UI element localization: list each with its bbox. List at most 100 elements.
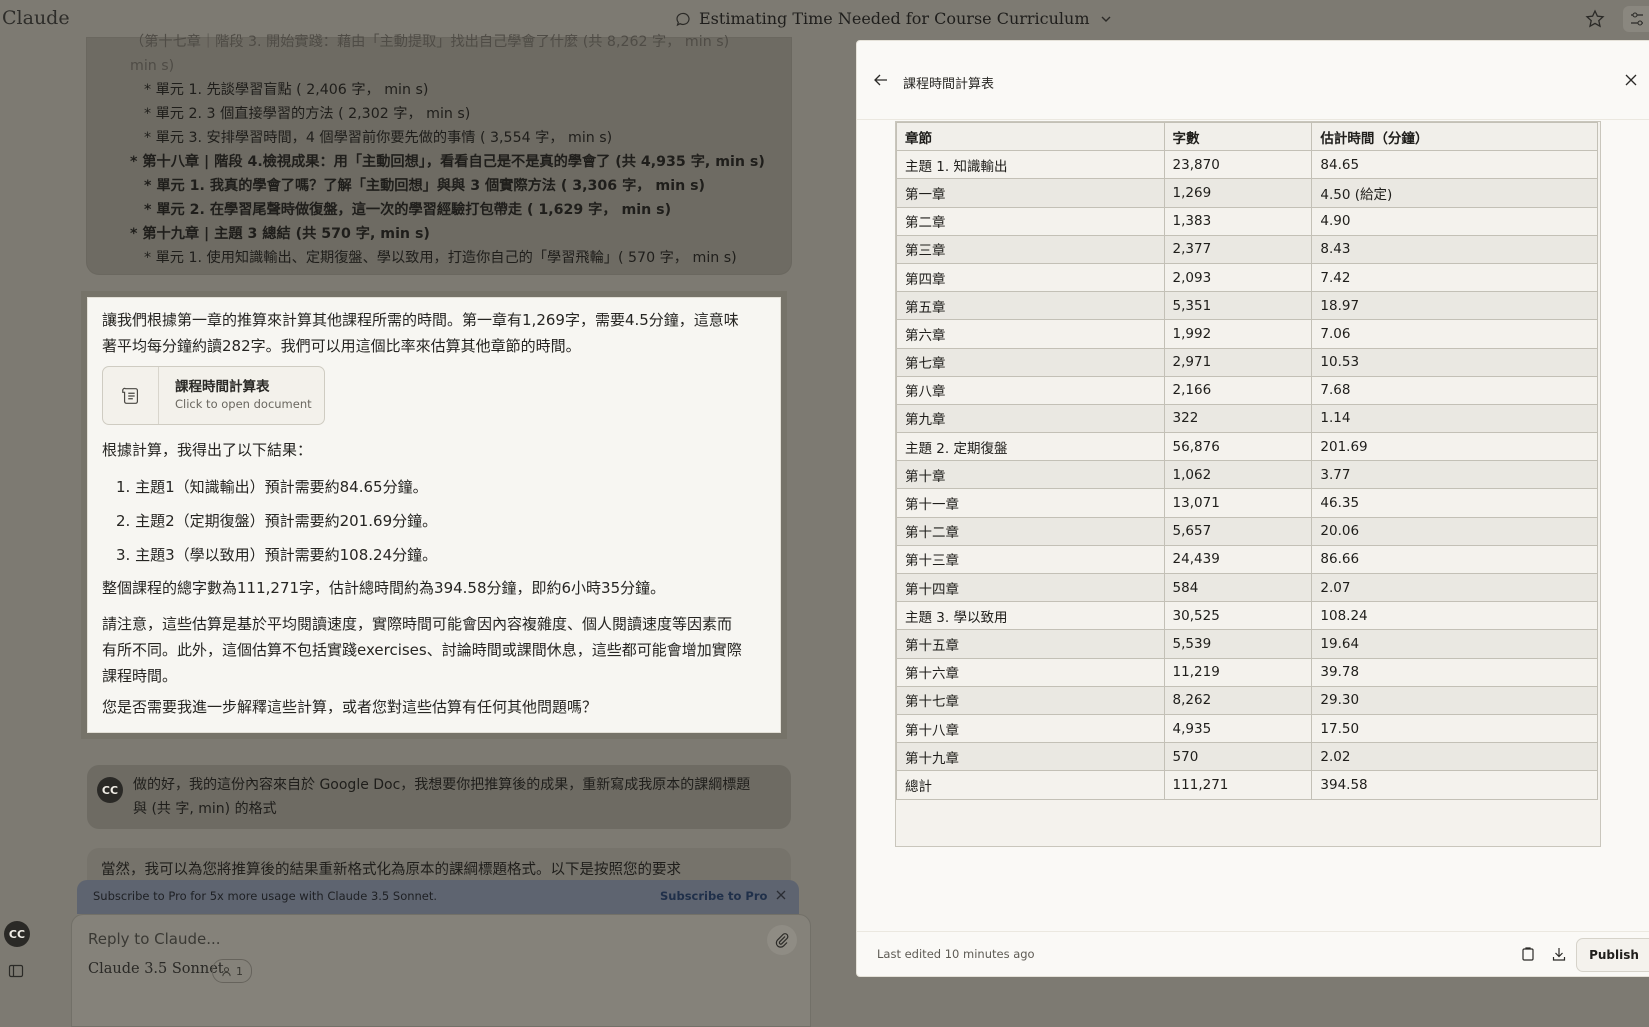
table-cell: 7.68 bbox=[1311, 375, 1598, 405]
table-cell: 7.42 bbox=[1311, 262, 1598, 293]
table-cell: 第二章 bbox=[896, 206, 1165, 236]
list-item: 3. 主題3（學以致用）預計需要約108.24分鐘。 bbox=[116, 546, 438, 564]
assistant-intro-text: 讓我們根據第一章的推算來計算其他課程所需的時間。第一章有1,269字，需要4.5… bbox=[102, 311, 739, 355]
table-cell: 第六章 bbox=[896, 319, 1165, 349]
artifact-chip-subtitle: Click to open document bbox=[175, 397, 312, 411]
table-cell: 4.50 (給定) bbox=[1311, 178, 1598, 208]
table-row: 第十一章 13,071 46.35 bbox=[896, 488, 1598, 518]
table-row: 第十三章 24,439 86.66 bbox=[896, 544, 1598, 575]
table-cell: 5,351 bbox=[1163, 291, 1313, 321]
sidebar-toggle-icon[interactable] bbox=[8, 963, 24, 979]
account-avatar[interactable]: CC bbox=[4, 921, 30, 947]
table-header-row: 章節 字數 估計時間（分鐘） bbox=[896, 121, 1598, 152]
style-badge[interactable]: 1 bbox=[212, 959, 252, 983]
close-icon[interactable] bbox=[1624, 73, 1638, 87]
copy-icon[interactable] bbox=[1520, 946, 1536, 962]
table-cell: 11,219 bbox=[1163, 657, 1313, 687]
results-intro-text: 根據計算，我得出了以下結果： bbox=[102, 441, 313, 459]
outline-line: * 第十九章 | 主題 3 總結 (共 570 字, min s) bbox=[130, 226, 430, 242]
artifact-chip[interactable]: 課程時間計算表 Click to open document bbox=[102, 366, 325, 425]
table-cell: 86.66 bbox=[1311, 544, 1598, 575]
brand-logo[interactable]: Claude bbox=[2, 7, 70, 29]
table-cell: 46.35 bbox=[1311, 488, 1598, 518]
person-icon bbox=[222, 966, 231, 976]
table-cell: 第九章 bbox=[896, 403, 1165, 434]
attach-button[interactable] bbox=[767, 925, 797, 955]
conversation-title-menu[interactable]: Estimating Time Needed for Course Curric… bbox=[675, 9, 1114, 28]
table-cell: 56,876 bbox=[1163, 432, 1313, 462]
table-cell: 19.64 bbox=[1311, 629, 1598, 659]
table-cell: 5,657 bbox=[1163, 516, 1313, 546]
avatar: CC bbox=[97, 777, 123, 803]
table-cell: 20.06 bbox=[1311, 516, 1598, 546]
table-cell: 30,525 bbox=[1163, 601, 1313, 631]
table-cell: 5,539 bbox=[1163, 629, 1313, 659]
table-cell: 第八章 bbox=[896, 375, 1165, 405]
outline-line: （第十七章｜階段 3. 開始實踐：藉由「主動提取」找出自己學會了什麼 (共 8,… bbox=[130, 34, 730, 50]
outline-list: （第十七章｜階段 3. 開始實踐：藉由「主動提取」找出自己學會了什麼 (共 8,… bbox=[130, 30, 765, 270]
table-cell: 394.58 bbox=[1311, 770, 1598, 800]
artifact-table-container: 章節 字數 估計時間（分鐘） 主題 1. 知識輸出 23,870 84.65 第一章 1… bbox=[895, 121, 1601, 847]
table-cell: 1.14 bbox=[1311, 403, 1598, 434]
publish-button[interactable]: Publish bbox=[1576, 938, 1649, 972]
table-row: 第四章 2,093 7.42 bbox=[896, 262, 1598, 293]
column-header: 字數 bbox=[1163, 121, 1313, 152]
table-cell: 第十二章 bbox=[896, 516, 1165, 546]
table-cell: 13,071 bbox=[1163, 488, 1313, 518]
table-cell: 111,271 bbox=[1163, 770, 1313, 800]
table-row: 總計 111,271 394.58 bbox=[896, 770, 1598, 800]
sliders-icon bbox=[1631, 12, 1643, 26]
table-cell: 2.07 bbox=[1311, 572, 1598, 603]
document-scroll-icon bbox=[121, 387, 138, 404]
table-cell: 2.02 bbox=[1311, 742, 1598, 772]
table-cell: 8,262 bbox=[1163, 685, 1313, 715]
subscribe-link[interactable]: Subscribe to Pro bbox=[660, 889, 767, 903]
table-cell: 3.77 bbox=[1311, 460, 1598, 490]
column-header: 估計時間（分鐘） bbox=[1311, 121, 1598, 152]
settings-button[interactable] bbox=[1623, 6, 1649, 32]
table-row: 主題 1. 知識輸出 23,870 84.65 bbox=[896, 150, 1598, 180]
user-message: CC 做的好，我的這份內容來自於 Google Doc，我想要你把推算後的成果，… bbox=[87, 765, 791, 829]
artifact-footer: Last edited 10 minutes ago Publish bbox=[857, 931, 1649, 977]
table-cell: 第十三章 bbox=[896, 544, 1165, 575]
table-cell: 24,439 bbox=[1163, 544, 1313, 575]
table-row: 第五章 5,351 18.97 bbox=[896, 291, 1598, 321]
list-item: 1. 主題1（知識輸出）預計需要約84.65分鐘。 bbox=[116, 478, 428, 496]
table-row: 第十四章 584 2.07 bbox=[896, 572, 1598, 603]
table-cell: 8.43 bbox=[1311, 234, 1598, 264]
download-icon[interactable] bbox=[1551, 946, 1567, 962]
table-row: 第二章 1,383 4.90 bbox=[896, 206, 1598, 236]
table-cell: 主題 3. 學以致用 bbox=[896, 601, 1165, 631]
table-row: 第三章 2,377 8.43 bbox=[896, 234, 1598, 264]
arrow-left-icon[interactable] bbox=[873, 72, 889, 88]
model-selector[interactable]: Claude 3.5 Sonnet bbox=[88, 961, 224, 977]
outline-line: * 第十八章 | 階段 4.檢視成果：用「主動回想」，看看自己是不是真的學會了 … bbox=[130, 154, 765, 170]
outline-line: * 單元 2. 3 個直接學習的方法 ( 2,302 字， min s) bbox=[144, 106, 471, 122]
question-text: 您是否需要我進一步解釋這些計算，或者您對這些估算有任何其他問題嗎？ bbox=[102, 698, 598, 716]
outline-line: min s) bbox=[130, 58, 175, 74]
outline-line: * 單元 3. 安排學習時間，4 個學習前你要先做的事情 ( 3,554 字， … bbox=[144, 130, 613, 146]
reply-input[interactable] bbox=[86, 923, 730, 955]
table-cell: 4.90 bbox=[1311, 206, 1598, 236]
chat-column: （第十七章｜階段 3. 開始實踐：藉由「主動提取」找出自己學會了什麼 (共 8,… bbox=[0, 34, 856, 1027]
table-cell: 570 bbox=[1163, 742, 1313, 772]
table-cell: 第十六章 bbox=[896, 657, 1165, 687]
column-header: 章節 bbox=[896, 121, 1165, 152]
table-cell: 322 bbox=[1163, 403, 1313, 434]
artifact-chip-title: 課程時間計算表 bbox=[175, 379, 270, 395]
table-cell: 第十八章 bbox=[896, 713, 1165, 744]
table-cell: 2,971 bbox=[1163, 347, 1313, 377]
table-body: 主題 1. 知識輸出 23,870 84.65 第一章 1,269 4.50 (給定) 第二… bbox=[896, 150, 1598, 800]
close-icon[interactable] bbox=[772, 886, 790, 904]
chevron-down-icon bbox=[1101, 16, 1111, 22]
star-icon[interactable] bbox=[1585, 9, 1605, 29]
table-row: 主題 3. 學以致用 30,525 108.24 bbox=[896, 601, 1598, 631]
outline-line: * 單元 2. 在學習尾聲時做復盤，這一次的學習經驗打包帶走 ( 1,629 字… bbox=[144, 202, 672, 218]
table-cell: 201.69 bbox=[1311, 432, 1598, 462]
table-cell: 第五章 bbox=[896, 291, 1165, 321]
table-cell: 1,383 bbox=[1163, 206, 1313, 236]
table-cell: 第一章 bbox=[896, 178, 1165, 208]
table-row: 第十九章 570 2.02 bbox=[896, 742, 1598, 772]
table-cell: 1,062 bbox=[1163, 460, 1313, 490]
table-cell: 10.53 bbox=[1311, 347, 1598, 377]
